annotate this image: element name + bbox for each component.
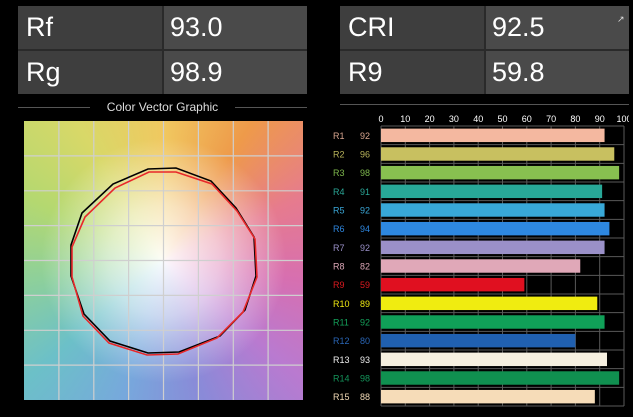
category-label-r7: R7 — [333, 243, 345, 253]
color-vector-graphic-title: Color Vector Graphic — [106, 100, 219, 114]
bar-r8 — [381, 259, 581, 273]
chart-labels: R1 92 R2 96 R3 98 R4 91 R5 92 R6 94 R7 92 R8 82 R9 59 R10 8… — [333, 131, 370, 402]
x-tick-label: 70 — [546, 114, 556, 124]
metrics-right-panel: CRI 92.5 R9 59.8 ↗ — [340, 6, 629, 94]
value-label-r12: 80 — [360, 336, 370, 346]
color-vector-graphic-header: Color Vector Graphic — [18, 99, 307, 115]
bar-r7 — [381, 240, 605, 255]
expand-arrow-icon[interactable]: ↗ — [617, 14, 627, 24]
metrics-left-panel: Rf 93.0 Rg 98.9 — [18, 6, 307, 94]
x-tick-label: 100 — [616, 114, 629, 124]
category-label-r6: R6 — [333, 224, 345, 234]
value-label-r10: 89 — [360, 299, 370, 309]
test-vector-polygon — [71, 171, 258, 356]
x-tick-label: 60 — [522, 114, 532, 124]
category-label-r10: R10 — [333, 299, 350, 309]
value-label-r15: 88 — [360, 392, 370, 402]
x-tick-label: 0 — [378, 114, 383, 124]
metric-label-rg: Rg — [18, 51, 162, 94]
value-label-r9: 59 — [360, 280, 370, 290]
category-label-r4: R4 — [333, 187, 345, 197]
bar-r1 — [381, 128, 605, 143]
color-vector-graphic — [24, 121, 303, 400]
x-tick-label: 90 — [595, 114, 605, 124]
category-label-r5: R5 — [333, 206, 345, 216]
value-label-r5: 92 — [360, 206, 370, 216]
bar-r6 — [381, 221, 610, 236]
value-label-r8: 82 — [360, 262, 370, 272]
value-label-r14: 98 — [360, 374, 370, 384]
value-label-r1: 92 — [360, 131, 370, 141]
value-label-r2: 96 — [360, 150, 370, 160]
metric-row-r9: R9 59.8 — [340, 51, 629, 94]
value-label-r11: 92 — [360, 318, 370, 328]
vector-grid — [24, 121, 303, 400]
x-tick-label: 20 — [425, 114, 435, 124]
category-label-r3: R3 — [333, 168, 345, 178]
category-label-r9: R9 — [333, 280, 345, 290]
metric-row-rf: Rf 93.0 — [18, 6, 307, 49]
bar-r5 — [381, 203, 605, 217]
bar-r14 — [381, 371, 620, 385]
metric-label-r9: R9 — [340, 51, 484, 94]
chart-bars — [381, 128, 620, 404]
r-values-bar-chart: 0102030405060708090100 R192R296R398R491R… — [333, 114, 629, 407]
bar-r3 — [381, 165, 620, 180]
bar-r15 — [381, 389, 595, 404]
bar-r12 — [381, 333, 576, 348]
value-label-r13: 93 — [360, 355, 370, 365]
metric-value-cri: 92.5 — [486, 6, 629, 49]
metric-value-rf: 93.0 — [164, 6, 307, 49]
bar-r9 — [381, 277, 525, 292]
category-label-r15: R15 — [333, 392, 350, 402]
value-label-r4: 91 — [360, 187, 370, 197]
category-label-r13: R13 — [333, 355, 350, 365]
chart-x-ticks: 0 10 20 30 40 50 60 70 80 90 100 — [378, 114, 629, 124]
value-label-r3: 98 — [360, 168, 370, 178]
x-tick-label: 40 — [473, 114, 483, 124]
bar-chart-divider — [340, 104, 629, 105]
bar-r10 — [381, 296, 598, 311]
bar-r2 — [381, 147, 615, 161]
metric-label-rf: Rf — [18, 6, 162, 49]
category-label-r2: R2 — [333, 150, 345, 160]
value-label-r6: 94 — [360, 224, 370, 234]
metric-label-cri: CRI — [340, 6, 484, 49]
title-rule-right — [235, 107, 307, 108]
category-label-r1: R1 — [333, 131, 345, 141]
category-label-r8: R8 — [333, 262, 345, 272]
x-tick-label: 50 — [497, 114, 507, 124]
bar-r13 — [381, 352, 607, 367]
x-tick-label: 80 — [570, 114, 580, 124]
color-vector-svg — [24, 121, 303, 400]
category-label-r11: R11 — [333, 318, 349, 328]
x-tick-label: 10 — [400, 114, 410, 124]
category-label-r12: R12 — [333, 336, 350, 346]
metric-row-rg: Rg 98.9 — [18, 51, 307, 94]
value-label-r7: 92 — [360, 243, 370, 253]
bar-r11 — [381, 315, 605, 329]
x-tick-label: 30 — [449, 114, 459, 124]
metric-value-rg: 98.9 — [164, 51, 307, 94]
title-rule-left — [18, 107, 90, 108]
bar-r4 — [381, 184, 603, 199]
metric-row-cri: CRI 92.5 — [340, 6, 629, 49]
metric-value-r9: 59.8 — [486, 51, 629, 94]
category-label-r14: R14 — [333, 374, 350, 384]
